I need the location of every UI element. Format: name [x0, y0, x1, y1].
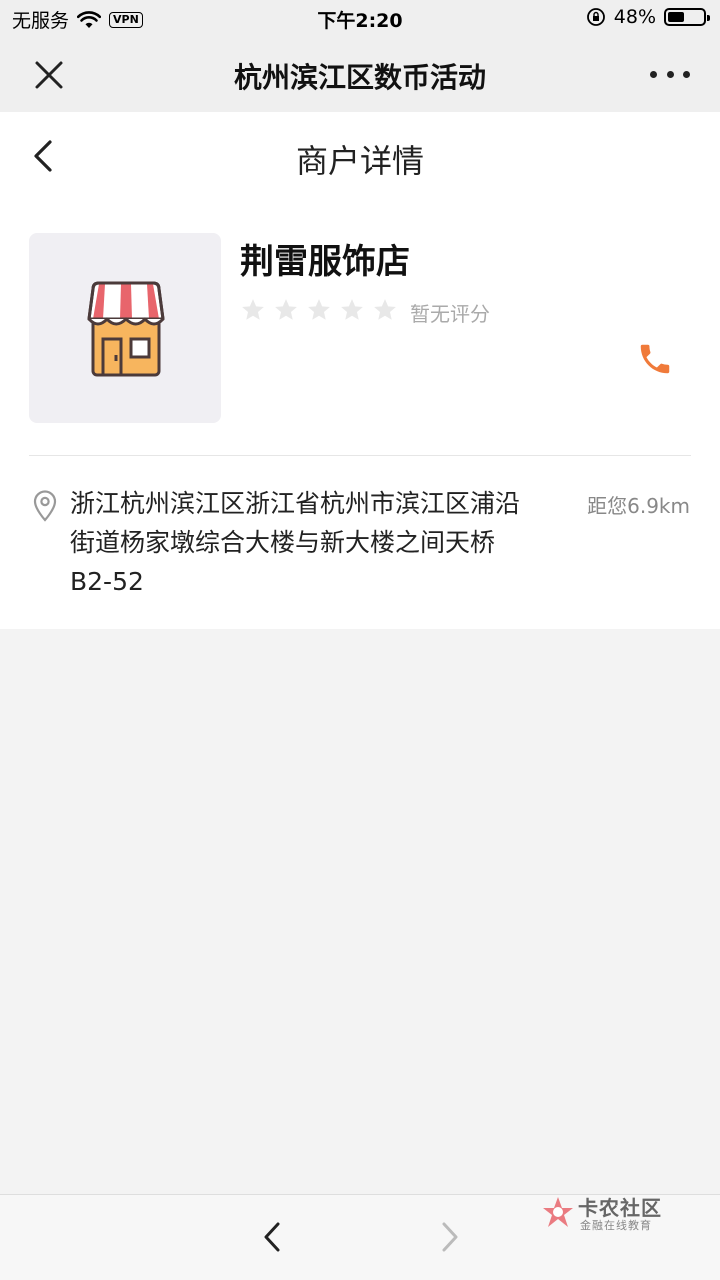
store-thumbnail: [29, 233, 221, 423]
star-icon: [374, 299, 396, 320]
location-pin-icon: [33, 490, 57, 522]
page-title: 商户详情: [295, 142, 424, 180]
store-icon: [87, 281, 165, 377]
star-icon: [275, 299, 297, 320]
store-name: 荆雷服饰店: [240, 242, 410, 282]
watermark-logo-icon: [543, 1197, 573, 1227]
store-address[interactable]: 浙江杭州滨江区浙江省杭州市滨江区浦沿街道杨家墩综合大楼与新大楼之间天桥B2-52: [70, 484, 530, 601]
window-title: 杭州滨江区数币活动: [233, 61, 486, 94]
star-icon: [308, 299, 330, 320]
watermark-subtitle: 金融在线教育: [580, 1219, 652, 1232]
battery-icon: [664, 8, 710, 26]
watermark: 卡农社区 金融在线教育: [540, 1192, 670, 1232]
more-icon[interactable]: [650, 64, 690, 84]
phone-icon[interactable]: [636, 340, 674, 378]
store-distance: 距您6.9km: [587, 494, 690, 518]
merchant-detail-panel: 商户详情 荆雷服饰店 暂无评分 浙江杭州滨江区浙江省杭州市滨江区浦沿街道杨家墩综…: [0, 112, 720, 629]
orientation-lock-icon: [586, 8, 605, 26]
star-icon: [242, 299, 264, 320]
star-icon: [341, 299, 363, 320]
status-bar: 无服务 VPN 下午2:20 48%: [0, 0, 720, 36]
rating-label: 暂无评分: [410, 302, 490, 326]
divider: [29, 455, 691, 456]
page-header: 商户详情: [0, 112, 720, 202]
nav-back-icon[interactable]: [258, 1219, 288, 1255]
battery-percent: 48%: [613, 6, 656, 28]
title-bar: 杭州滨江区数币活动: [0, 36, 720, 112]
nav-forward-icon[interactable]: [434, 1219, 464, 1255]
rating-stars: [240, 297, 398, 323]
